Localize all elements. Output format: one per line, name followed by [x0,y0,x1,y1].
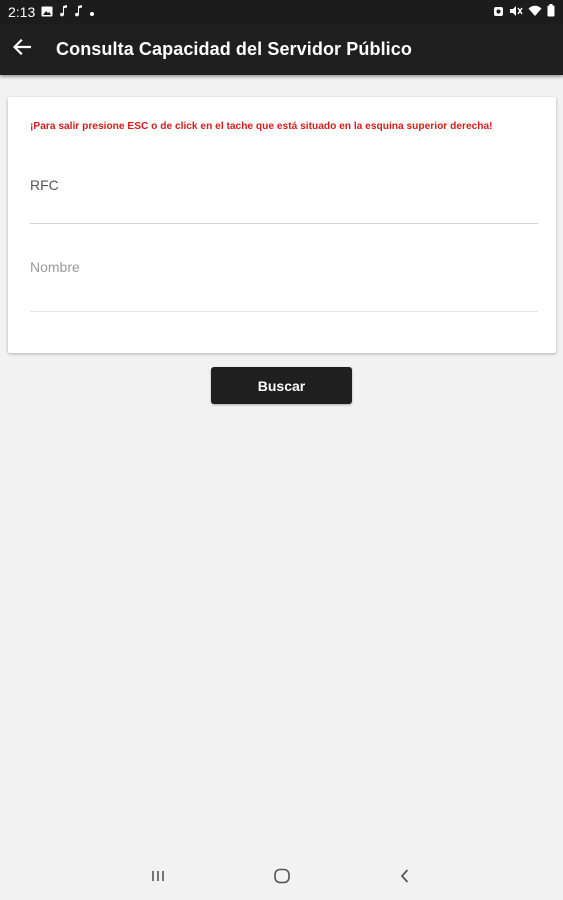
music-note-icon [59,4,68,20]
status-bar: 2:13 [0,0,563,24]
exit-warning-text: ¡Para salir presione ESC o de click en e… [30,121,493,132]
navigation-bar [0,855,563,900]
battery-icon [547,4,555,20]
music-note-icon [74,4,83,20]
nombre-underline [30,311,538,312]
search-button[interactable]: Buscar [211,367,352,404]
image-icon [41,4,53,20]
back-button[interactable] [0,24,44,75]
status-right [493,4,555,20]
nombre-field[interactable]: Nombre [30,259,538,315]
nombre-placeholder: Nombre [30,259,80,275]
app-bar: Consulta Capacidad del Servidor Público [0,24,563,75]
rfc-field[interactable]: RFC [30,177,538,227]
wifi-icon [528,5,542,20]
arrow-left-icon [12,38,32,60]
home-button[interactable] [267,865,297,891]
page-title: Consulta Capacidad del Servidor Público [56,39,412,59]
recent-apps-icon [150,869,166,888]
status-time: 2:13 [8,4,36,20]
status-left: 2:13 [8,4,95,20]
rfc-label: RFC [30,177,59,193]
alarm-icon [493,5,504,20]
search-form-card: ¡Para salir presione ESC o de click en e… [8,97,556,353]
nav-back-button[interactable] [390,865,420,891]
rfc-underline [30,223,538,224]
mute-icon [509,5,523,20]
dot-icon [89,4,95,20]
recent-apps-button[interactable] [143,865,173,891]
back-icon [399,868,411,889]
home-icon [273,868,291,889]
